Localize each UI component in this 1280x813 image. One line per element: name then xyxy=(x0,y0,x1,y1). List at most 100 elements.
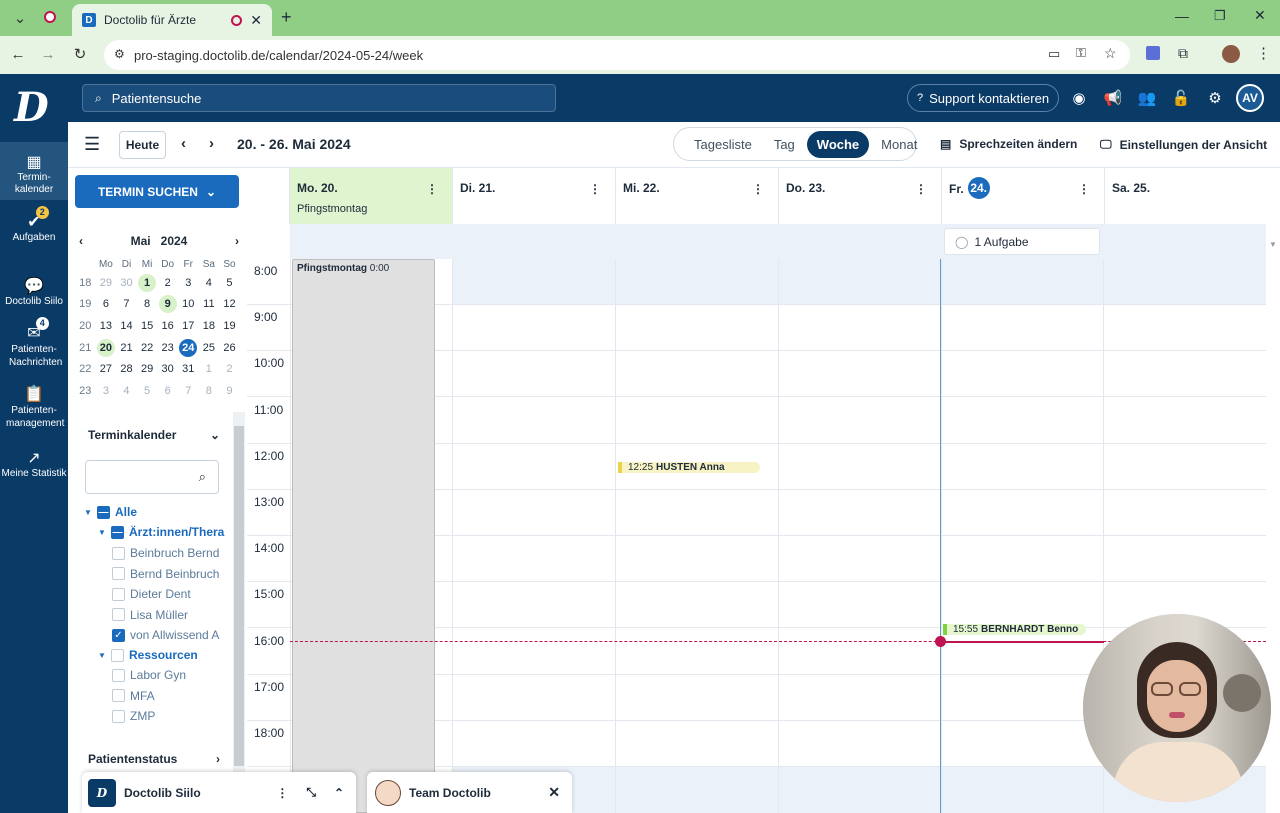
checkbox[interactable] xyxy=(112,668,125,682)
patientenstatus-section[interactable]: Patientenstatus › xyxy=(88,752,220,766)
nav-patientenmanagement[interactable]: 📋 Patienten-management xyxy=(0,384,68,434)
mini-day[interactable]: 22 xyxy=(137,337,158,359)
mini-day[interactable]: 2 xyxy=(157,272,178,294)
mini-next-icon[interactable]: › xyxy=(235,234,239,248)
week-number[interactable]: 22 xyxy=(75,358,96,380)
siilo-chat-bar[interactable]: D Doctolib Siilo ⋮ ⤡ ⌃ xyxy=(82,772,356,813)
mini-day[interactable]: 4 xyxy=(116,380,137,402)
tree-item[interactable]: ZMP xyxy=(112,706,260,726)
settings-gear-icon[interactable]: ⚙ xyxy=(1203,86,1227,110)
mini-day[interactable]: 30 xyxy=(116,272,137,294)
mini-day[interactable]: 6 xyxy=(96,294,117,316)
minimize-icon[interactable]: — xyxy=(1175,8,1189,24)
day-header[interactable]: Sa. 25. xyxy=(1105,168,1268,224)
week-number[interactable]: 23 xyxy=(75,380,96,402)
extensions-puzzle-icon[interactable]: ⧉ xyxy=(1178,45,1188,62)
mini-day[interactable]: 18 xyxy=(199,315,220,337)
mini-day[interactable]: 13 xyxy=(96,315,117,337)
calendar-filter-input[interactable]: ⌕ xyxy=(85,460,219,494)
mini-day[interactable]: 1 xyxy=(137,272,158,294)
terminkalender-section[interactable]: Terminkalender ⌄ xyxy=(88,428,220,442)
mini-day[interactable]: 15 xyxy=(137,315,158,337)
tree-item[interactable]: Lisa Müller xyxy=(112,605,260,625)
week-number[interactable]: 18 xyxy=(75,272,96,294)
browser-tab[interactable]: D Doctolib für Ärzte ✕ xyxy=(72,4,272,36)
appointment[interactable]: 15:55 BERNHARDT Benno xyxy=(943,624,1086,635)
day-menu-icon[interactable]: ⋮ xyxy=(589,182,601,196)
mini-day[interactable]: 23 xyxy=(157,337,178,359)
today-button[interactable]: Heute xyxy=(119,131,166,159)
mini-day[interactable]: 29 xyxy=(96,272,117,294)
all-day-row[interactable] xyxy=(290,224,1266,259)
nav-patienten-nachrichten[interactable]: ✉ 4 Patienten-Nachrichten xyxy=(0,317,68,373)
mini-prev-icon[interactable]: ‹ xyxy=(79,234,83,248)
maximize-icon[interactable]: ❐ xyxy=(1214,8,1226,24)
new-tab-button[interactable]: + xyxy=(281,7,292,28)
tree-item[interactable]: ✓ von Allwissend A xyxy=(112,625,260,645)
mini-day[interactable]: 3 xyxy=(178,272,199,294)
reload-icon[interactable]: ↻ xyxy=(66,40,94,68)
bookmark-star-icon[interactable]: ☆ xyxy=(1104,45,1117,62)
view-woche[interactable]: Woche xyxy=(806,130,870,158)
day-menu-icon[interactable]: ⋮ xyxy=(1078,182,1090,196)
users-icon[interactable]: 👥 xyxy=(1135,86,1159,110)
close-window-icon[interactable]: ✕ xyxy=(1254,7,1266,24)
view-settings-button[interactable]: 🖵 Einstellungen der Ansicht xyxy=(1100,137,1267,152)
week-number[interactable]: 21 xyxy=(75,337,96,359)
task-chip[interactable]: ◯ 1 Aufgabe xyxy=(944,228,1100,255)
url-field[interactable]: ⚙ pro-staging.doctolib.de/calendar/2024-… xyxy=(104,40,1130,70)
mini-day[interactable]: 26 xyxy=(219,337,240,359)
mini-day[interactable]: 2 xyxy=(219,358,240,380)
nav-siilo[interactable]: 💬 Doctolib Siilo xyxy=(0,276,68,316)
scroll-down-icon[interactable]: ▼ xyxy=(1269,240,1277,249)
mini-day[interactable]: 8 xyxy=(199,380,220,402)
tree-item[interactable]: Beinbruch Bernd xyxy=(112,543,260,563)
mini-day[interactable]: 9 xyxy=(157,294,178,316)
day-menu-icon[interactable]: ⋮ xyxy=(426,182,438,196)
day-header[interactable]: Mi. 22. ⋮ xyxy=(616,168,779,224)
mini-day[interactable]: 5 xyxy=(219,272,240,294)
mini-day[interactable]: 6 xyxy=(157,380,178,402)
nav-terminkalender[interactable]: ▦ Termin-kalender xyxy=(0,142,68,200)
sprechzeiten-button[interactable]: ▤ Sprechzeiten ändern xyxy=(940,137,1077,151)
mini-day[interactable]: 10 xyxy=(178,294,199,316)
close-tab-icon[interactable]: ✕ xyxy=(250,12,262,29)
mini-day[interactable]: 21 xyxy=(116,337,137,359)
mini-day[interactable]: 7 xyxy=(116,294,137,316)
day-menu-icon[interactable]: ⋮ xyxy=(915,182,927,196)
mini-day[interactable]: 7 xyxy=(178,380,199,402)
nav-aufgaben[interactable]: ✔ 2 Aufgaben xyxy=(0,206,68,252)
checkbox-checked[interactable]: ✓ xyxy=(112,628,125,642)
mini-day[interactable]: 9 xyxy=(219,380,240,402)
checkbox[interactable] xyxy=(112,709,125,723)
tree-item[interactable]: Labor Gyn xyxy=(112,665,260,685)
day-header[interactable]: Fr. 24. ⋮ xyxy=(942,168,1105,224)
day-header[interactable]: Do. 23. ⋮ xyxy=(779,168,942,224)
tree-alle[interactable]: ▼ — Alle xyxy=(84,502,232,522)
camera-icon[interactable]: ▭ xyxy=(1048,46,1060,62)
menu-kebab-icon[interactable]: ⋮ xyxy=(1256,44,1271,62)
mini-day[interactable]: 24 xyxy=(178,337,199,359)
mini-day[interactable]: 25 xyxy=(199,337,220,359)
termin-suchen-button[interactable]: TERMIN SUCHEN ⌄ xyxy=(75,175,239,208)
tree-ressourcen[interactable]: ▼ Ressourcen xyxy=(98,645,246,665)
checkbox-indeterminate[interactable]: — xyxy=(97,505,110,519)
mini-day[interactable]: 27 xyxy=(96,358,117,380)
site-info-icon[interactable]: ⚙ xyxy=(114,47,125,61)
mini-day[interactable]: 19 xyxy=(219,315,240,337)
checkbox[interactable] xyxy=(112,567,125,580)
mini-day[interactable]: 8 xyxy=(137,294,158,316)
mini-day[interactable]: 20 xyxy=(96,337,117,359)
tab-list-icon[interactable]: ⌄ xyxy=(6,4,34,32)
mini-day[interactable]: 4 xyxy=(199,272,220,294)
mini-day[interactable]: 30 xyxy=(157,358,178,380)
team-chat-bar[interactable]: Team Doctolib ✕ xyxy=(367,772,572,813)
checkbox-indeterminate[interactable]: — xyxy=(111,525,124,539)
recording-icon[interactable] xyxy=(44,11,56,23)
view-tagesliste[interactable]: Tagesliste xyxy=(684,131,762,158)
mini-day[interactable]: 16 xyxy=(157,315,178,337)
holiday-event[interactable]: Pfingstmontag 0:00 xyxy=(292,259,435,813)
mini-day[interactable]: 28 xyxy=(116,358,137,380)
key-icon[interactable]: ⚿ xyxy=(1076,45,1086,61)
day-header[interactable]: Mo. 20. Pfingstmontag ⋮ xyxy=(290,168,453,224)
